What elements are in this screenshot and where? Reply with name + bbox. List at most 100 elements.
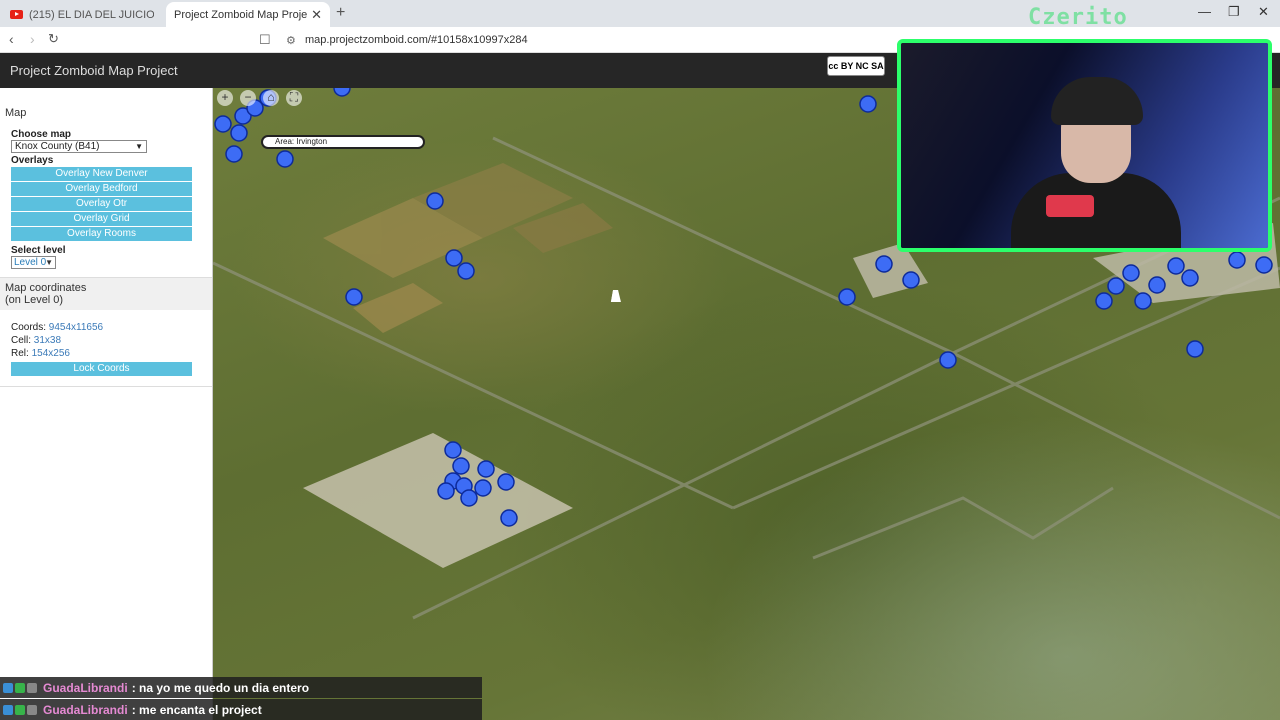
webcam-person-body xyxy=(1011,173,1181,248)
microphone-icon xyxy=(1046,195,1094,217)
overlay-rooms-button[interactable]: Overlay Rooms xyxy=(11,227,192,241)
field xyxy=(353,283,443,333)
forward-icon[interactable]: › xyxy=(30,31,35,47)
map-marker xyxy=(1255,256,1273,274)
coords-label: Coords: xyxy=(11,322,47,333)
choose-map-label: Choose map xyxy=(11,129,72,140)
map-marker xyxy=(875,255,893,273)
webcam-overlay xyxy=(897,39,1272,252)
map-marker xyxy=(457,262,475,280)
map-marker xyxy=(1186,340,1204,358)
sidebar-divider xyxy=(0,386,212,387)
close-window-icon[interactable]: ✕ xyxy=(1258,4,1269,20)
coords-value: 9454x11656 xyxy=(48,322,104,333)
road xyxy=(812,486,1114,560)
rel-row: Rel: 154x256 xyxy=(11,347,212,360)
map-marker xyxy=(1095,292,1113,310)
cell-label: Cell: xyxy=(11,335,32,346)
map-marker xyxy=(445,249,463,267)
road xyxy=(732,266,1280,510)
chat-message: GuadaLibrandi : me encanta el project xyxy=(0,699,482,720)
map-marker xyxy=(452,457,470,475)
chevron-down-icon: ▼ xyxy=(135,142,143,151)
verified-badge-icon xyxy=(15,682,25,693)
overlay-new-denver-button[interactable]: Overlay New Denver xyxy=(11,167,192,181)
map-marker xyxy=(1134,292,1152,310)
chat-text: : na yo me quedo un dia entero xyxy=(131,680,310,695)
map-marker xyxy=(333,88,351,97)
reload-icon[interactable]: ↻ xyxy=(48,31,59,47)
area-label: Area: Irvington xyxy=(261,135,425,149)
cell-value: 31x38 xyxy=(33,335,62,346)
badge-icon xyxy=(3,704,13,715)
map-marker xyxy=(497,473,515,491)
coords-section-heading: Map coordinates xyxy=(5,282,87,294)
map-marker xyxy=(426,192,444,210)
map-marker xyxy=(1228,251,1246,269)
mod-badge-icon xyxy=(27,682,37,693)
chevron-down-icon: ▼ xyxy=(45,258,53,267)
overlay-otr-button[interactable]: Overlay Otr xyxy=(11,197,192,211)
map-marker xyxy=(1148,276,1166,294)
road xyxy=(952,351,1280,520)
map-marker xyxy=(345,288,363,306)
rel-label: Rel: xyxy=(11,348,29,359)
map-marker xyxy=(902,271,920,289)
map-marker xyxy=(1167,257,1185,275)
map-marker xyxy=(838,288,856,306)
level-select[interactable]: Level 0 ▼ xyxy=(11,256,56,269)
town xyxy=(303,433,573,568)
map-marker xyxy=(859,95,877,113)
tab-map-project[interactable]: Project Zomboid Map Project ✕ xyxy=(166,2,330,27)
overlay-bedford-button[interactable]: Overlay Bedford xyxy=(11,182,192,196)
url-field[interactable]: map.projectzomboid.com/#10158x10997x284 xyxy=(305,34,528,46)
rel-value: 154x256 xyxy=(31,348,70,359)
tab-title: (215) EL DIA DEL JUICIO FINAL - Proj xyxy=(29,8,154,21)
tab-youtube[interactable]: (215) EL DIA DEL JUICIO FINAL - Proj xyxy=(2,2,162,27)
coords-row: Coords: 9454x11656 xyxy=(11,321,212,334)
streamer-name: Czerito xyxy=(1028,5,1128,30)
minimize-icon[interactable]: — xyxy=(1198,4,1211,19)
overlays-label: Overlays xyxy=(11,155,54,166)
chat-user: GuadaLibrandi xyxy=(43,702,128,717)
map-section-title: Map xyxy=(0,103,212,123)
zoom-out-icon[interactable]: − xyxy=(240,90,256,106)
site-info-icon[interactable]: ⚙ xyxy=(286,34,296,47)
map-select[interactable]: Knox County (B41) ▼ xyxy=(11,140,147,153)
map-marker xyxy=(214,115,232,133)
level-select-value: Level 0 xyxy=(14,257,47,268)
bookmark-icon[interactable]: ☐ xyxy=(259,32,271,48)
map-marker xyxy=(477,460,495,478)
tab-title: Project Zomboid Map Project xyxy=(174,8,308,21)
verified-badge-icon xyxy=(15,704,25,715)
map-marker xyxy=(474,479,492,497)
select-level-label: Select level xyxy=(11,245,66,256)
restore-icon[interactable]: ❐ xyxy=(1228,4,1240,20)
map-marker xyxy=(437,482,455,500)
home-icon[interactable]: ⌂ xyxy=(263,90,279,106)
map-marker xyxy=(460,489,478,507)
cell-row: Cell: 31x38 xyxy=(11,334,212,347)
close-tab-icon[interactable]: ✕ xyxy=(311,7,322,23)
license-badge[interactable]: cc BY NC SA xyxy=(827,56,885,76)
youtube-icon xyxy=(10,10,23,19)
fullscreen-icon[interactable]: ⛶ xyxy=(286,90,302,106)
mouse-cursor-icon xyxy=(610,290,624,302)
chat-text: : me encanta el project xyxy=(131,702,262,717)
map-marker xyxy=(230,124,248,142)
map-marker xyxy=(500,509,518,527)
back-icon[interactable]: ‹ xyxy=(9,31,14,47)
map-marker xyxy=(276,150,294,168)
coords-section-title: Map coordinates (on Level 0) xyxy=(0,277,212,310)
map-marker xyxy=(939,351,957,369)
mod-badge-icon xyxy=(27,704,37,715)
new-tab-icon[interactable]: + xyxy=(336,4,345,22)
lock-coords-button[interactable]: Lock Coords xyxy=(11,362,192,376)
overlay-grid-button[interactable]: Overlay Grid xyxy=(11,212,192,226)
coords-section-subtitle: (on Level 0) xyxy=(5,294,64,306)
chat-message: GuadaLibrandi : na yo me quedo un dia en… xyxy=(0,677,482,698)
zoom-in-icon[interactable]: + xyxy=(217,90,233,106)
map-marker xyxy=(225,145,243,163)
map-marker xyxy=(1122,264,1140,282)
map-marker xyxy=(1107,277,1125,295)
